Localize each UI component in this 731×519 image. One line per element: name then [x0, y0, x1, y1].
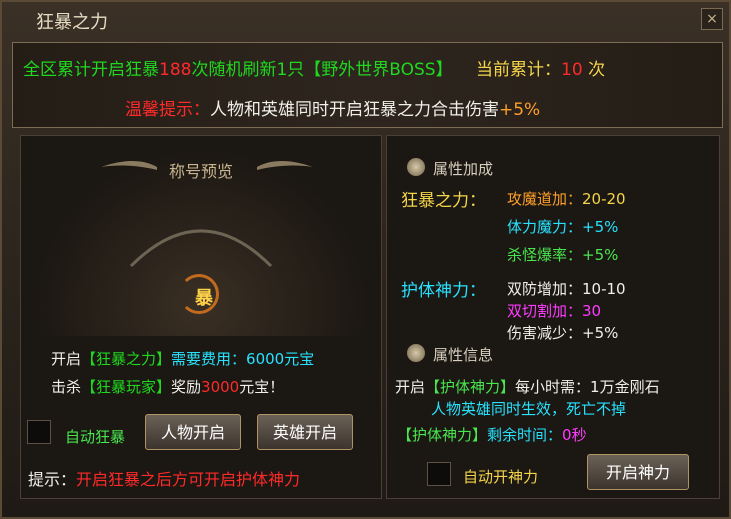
open-shenli-button[interactable]: 开启神力	[587, 454, 689, 490]
banner-line2: 温馨提示：人物和英雄同时开启狂暴之力合击伤害+5%	[125, 95, 540, 120]
wing-right-icon	[257, 160, 313, 170]
auto-shenli-checkbox[interactable]	[427, 462, 451, 486]
banner-line1: 全区累计开启狂暴188次随机刷新1只【野外世界BOSS】 当前累计：10 次	[23, 55, 605, 80]
kbz-attr-name: 体力魔力：	[507, 218, 583, 236]
right-panel: 属性加成 狂暴之力： 攻魔道加：20-20 体力魔力：+5% 杀怪爆率：+5% …	[386, 135, 720, 499]
htsl-attr-0: 双防增加：10-10	[507, 278, 626, 299]
open-cost-value: 6000元宝	[246, 350, 315, 368]
tip-value: +5%	[499, 100, 541, 120]
htsl-attr-value: 30	[582, 302, 602, 320]
banner-current-label: 当前累计：	[476, 60, 562, 80]
auto-rage-label: 自动狂暴	[65, 426, 125, 447]
info-title: 属性信息	[433, 346, 494, 364]
kbz-attr-value: +5%	[582, 246, 619, 264]
window-title: 狂暴之力	[36, 12, 108, 33]
tip-label: 温馨提示：	[125, 100, 210, 120]
auto-rage-checkbox[interactable]	[27, 420, 51, 444]
htsl-attr-2: 伤害减少：+5%	[507, 322, 618, 343]
open-cost-row: 开启【狂暴之力】需要费用：6000元宝	[51, 348, 314, 369]
attribute-icon	[407, 158, 425, 176]
banner-current-unit: 次	[588, 60, 606, 80]
kbz-attr-2: 杀怪爆率：+5%	[507, 244, 618, 265]
kbz-attr-0: 攻魔道加：20-20	[507, 188, 626, 209]
preview-title: 称号预览	[169, 162, 234, 181]
htsl-attr-1: 双切割加：30	[507, 300, 601, 321]
kill-label: 击杀	[51, 378, 82, 396]
wing-left-icon	[101, 160, 157, 170]
info-skill: 【护体神力】	[425, 378, 516, 396]
info-icon	[407, 344, 425, 362]
banner-count: 188	[159, 60, 192, 80]
open-skill: 【狂暴之力】	[81, 350, 172, 368]
attribute-title: 属性加成	[433, 160, 494, 178]
title-preview: 称号预览 暴	[21, 136, 381, 336]
htsl-attr-name: 伤害减少：	[507, 324, 583, 342]
kbz-attr-value: +5%	[582, 218, 619, 236]
rage-window: 狂暴之力 × 全区累计开启狂暴188次随机刷新1只【野外世界BOSS】 当前累计…	[0, 0, 731, 519]
open-cost-label: 需要费用：	[171, 350, 247, 368]
info-remain-label: 剩余时间：	[487, 426, 563, 444]
kbz-label: 狂暴之力：	[401, 191, 486, 211]
hint-text: 开启狂暴之后方可开启护体神力	[76, 470, 301, 489]
open-label: 开启	[51, 350, 82, 368]
banner-text-a: 全区累计开启狂暴	[23, 60, 159, 80]
reward-label: 奖励	[171, 378, 202, 396]
info-remain-value: 0秒	[562, 426, 587, 444]
htsl-attr-name: 双切割加：	[507, 302, 583, 320]
banner-current-value: 10	[561, 60, 583, 80]
reward-value: 3000	[201, 378, 240, 396]
info-cost: 每小时需：1万金刚石	[515, 378, 660, 396]
announcement-banner: 全区累计开启狂暴188次随机刷新1只【野外世界BOSS】 当前累计：10 次 温…	[12, 42, 723, 128]
info-row2: 人物英雄同时生效，死亡不掉	[431, 400, 627, 418]
info-remain-skill: 【护体神力】	[397, 426, 488, 444]
htsl-label: 护体神力：	[401, 281, 486, 301]
info-open-label: 开启	[395, 378, 426, 396]
kill-reward-row: 击杀【狂暴玩家】奖励3000元宝！	[51, 376, 284, 397]
kbz-attr-1: 体力魔力：+5%	[507, 216, 618, 237]
badge-text: 暴	[195, 288, 213, 309]
banner-text-c: 次随机刷新1只【野外世界BOSS】	[191, 60, 453, 80]
info-row3: 【护体神力】剩余时间：0秒	[397, 424, 587, 445]
person-open-button[interactable]: 人物开启	[145, 414, 241, 450]
close-button[interactable]: ×	[701, 8, 723, 30]
htsl-attr-value: +5%	[582, 324, 619, 342]
htsl-attr-value: 10-10	[582, 280, 626, 298]
hint-row: 提示：开启狂暴之后方可开启护体神力	[28, 466, 300, 490]
kbz-attr-name: 攻魔道加：	[507, 190, 583, 208]
kill-target: 【狂暴玩家】	[81, 378, 172, 396]
auto-shenli-label: 自动开神力	[463, 468, 539, 486]
left-panel: 称号预览 暴 开启【狂暴之力】需要费用：6000元宝 击杀【狂暴玩家】奖励300…	[20, 135, 382, 499]
hero-open-button[interactable]: 英雄开启	[257, 414, 353, 450]
kbz-attr-value: 20-20	[582, 190, 626, 208]
tip-text: 人物和英雄同时开启狂暴之力合击伤害	[210, 100, 499, 120]
hint-label: 提示：	[28, 470, 77, 489]
kbz-attr-name: 杀怪爆率：	[507, 246, 583, 264]
reward-unit: 元宝！	[239, 378, 285, 396]
htsl-attr-name: 双防增加：	[507, 280, 583, 298]
auto-rage-text: 自动狂暴	[65, 428, 126, 446]
info-row1: 开启【护体神力】每小时需：1万金刚石	[395, 376, 660, 397]
